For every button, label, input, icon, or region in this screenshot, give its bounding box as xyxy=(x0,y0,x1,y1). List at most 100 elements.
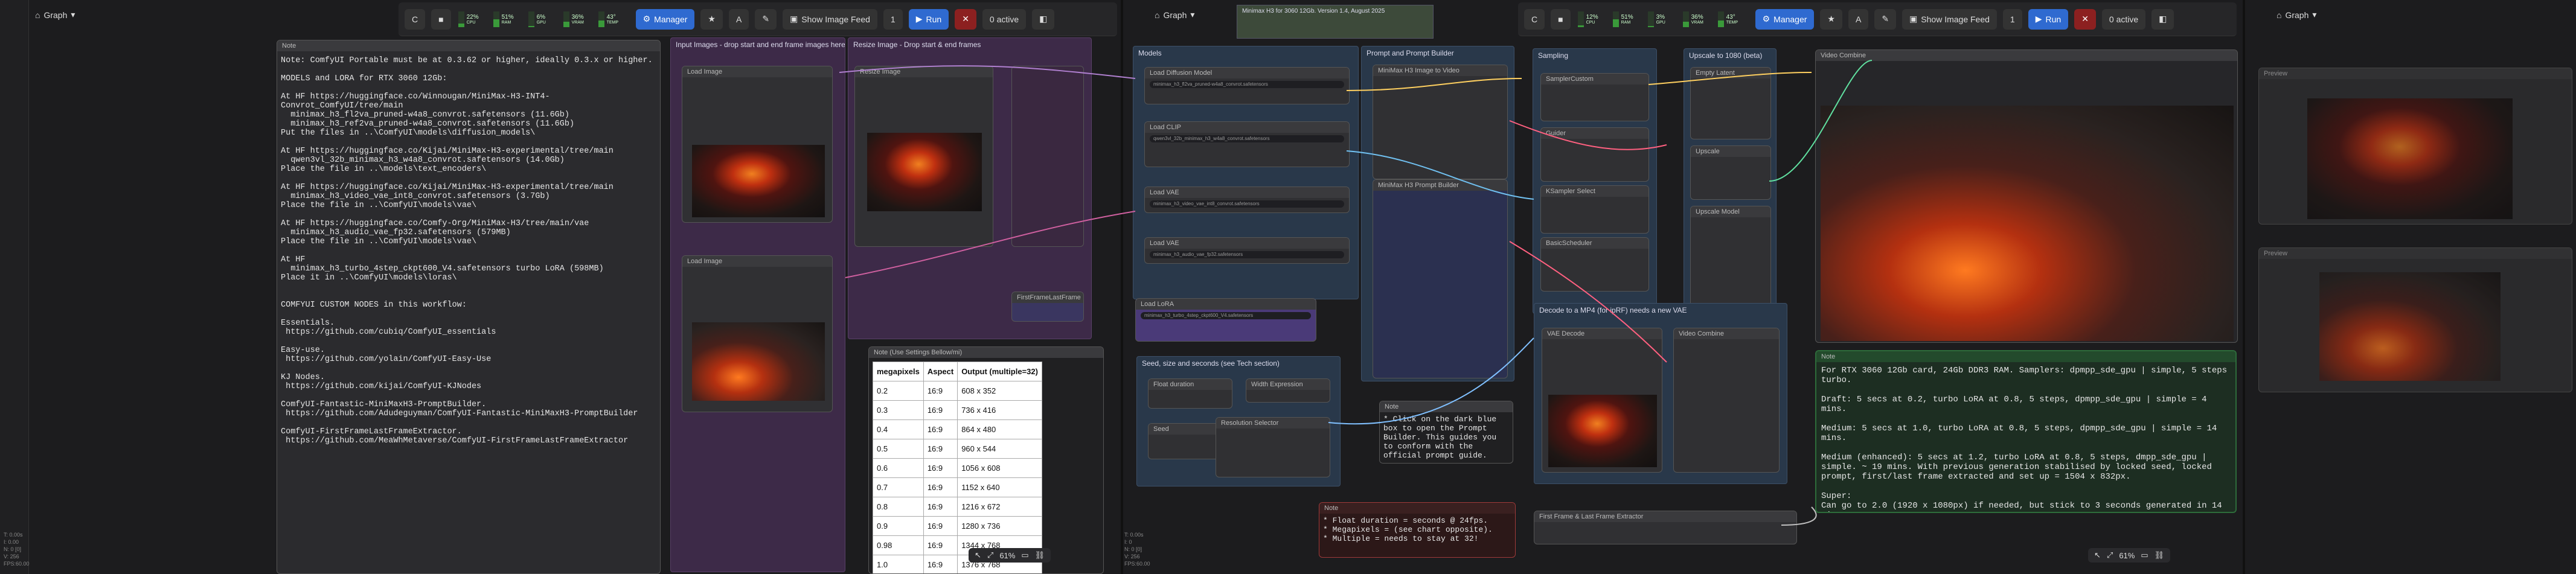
group-input-images[interactable]: Input Images - drop start and end frame … xyxy=(670,37,845,572)
show-image-feed-button[interactable]: ▣ Show Image Feed xyxy=(783,8,877,30)
toolbar-icon-3[interactable]: ✎ xyxy=(755,8,777,30)
text-encode-node[interactable]: MiniMax H3 Image to Video xyxy=(1373,65,1508,179)
toolbar-icon-2[interactable]: A xyxy=(728,8,749,30)
note-red[interactable]: Note * Float duration = seconds @ 24fps.… xyxy=(1319,502,1516,558)
monitor-label: RAM xyxy=(501,20,511,25)
stop-icon[interactable]: ■ xyxy=(1551,8,1571,30)
fit-view-icon[interactable]: ⤢ xyxy=(987,550,993,560)
resolution-node[interactable]: Width Expression xyxy=(1246,378,1330,403)
node-title: VAE Decode xyxy=(1542,328,1662,339)
group-seed-size[interactable]: Seed, size and seconds (see Tech section… xyxy=(1136,356,1341,486)
end-frame-image xyxy=(692,322,825,401)
panel-toggle-icon[interactable]: ◧ xyxy=(1032,8,1055,30)
upscale-node-3[interactable]: Upscale Model xyxy=(1690,206,1771,308)
show-image-feed-button[interactable]: ▣ Show Image Feed xyxy=(1902,8,1997,30)
run-label: Run xyxy=(926,14,942,24)
right-preview-node-2[interactable]: Preview xyxy=(2258,247,2572,392)
table-cell: 0.6 xyxy=(873,458,924,478)
toolbar-icon-2[interactable]: A xyxy=(1848,8,1869,30)
toolbar-icon-3[interactable]: ✎ xyxy=(1874,8,1897,30)
widget[interactable]: minimax_h3_audio_vae_fp32.safetensors xyxy=(1150,251,1344,258)
float-duration-node[interactable]: Float duration xyxy=(1148,378,1232,409)
run-button[interactable]: ▶ Run xyxy=(908,8,949,30)
sampler-node-2[interactable]: Guider xyxy=(1540,127,1649,182)
decode-node[interactable]: VAE Decode xyxy=(1542,328,1662,473)
load-vae[interactable]: Load VAE minimax_h3_video_vae_int8_convro… xyxy=(1144,187,1350,213)
load-image-start[interactable]: Load Image xyxy=(682,66,833,223)
upscale-node-1[interactable]: Empty Latent xyxy=(1690,67,1771,139)
resize-node-2[interactable] xyxy=(1011,66,1084,247)
group-decode[interactable]: Decode to a MP4 (for ipRF) needs a new V… xyxy=(1534,303,1787,484)
upscale-node-2[interactable]: Upscale xyxy=(1690,145,1771,200)
monitor-label: TEMP xyxy=(1726,20,1738,25)
workflow-banner: Minimax H3 for 3060 12Gb. Version 1.4, A… xyxy=(1237,5,1434,39)
vhs-combine-node[interactable]: Video Combine xyxy=(1673,328,1780,473)
first-frame-extract-node[interactable]: First Frame & Last Frame Extractor xyxy=(1534,511,1797,544)
link-visibility-icon[interactable]: ⛓ xyxy=(2155,550,2165,560)
stop-icon[interactable]: ■ xyxy=(431,8,451,30)
manager-button[interactable]: ⚙ Manager xyxy=(635,8,695,30)
video-preview-node[interactable]: Video Combine xyxy=(1815,49,2238,343)
pane-divider[interactable] xyxy=(1121,0,1123,574)
group-models[interactable]: Models Load Diffusion Model minimax_h3_fl… xyxy=(1133,46,1359,299)
tab-graph-center[interactable]: ⌂ Graph ▾ xyxy=(1155,10,1194,20)
group-prompt[interactable]: Prompt and Prompt Builder MiniMax H3 Ima… xyxy=(1361,46,1514,381)
pointer-icon[interactable]: ↖ xyxy=(2094,550,2101,560)
queue-count[interactable]: 1 xyxy=(883,8,903,30)
load-vae-audio[interactable]: Load VAE minimax_h3_audio_vae_fp32.safete… xyxy=(1144,237,1350,264)
group-sampling[interactable]: Sampling SamplerCustom Guider KSampler S… xyxy=(1533,48,1657,314)
table-cell: 16:9 xyxy=(923,458,958,478)
node-title: BasicScheduler xyxy=(1541,238,1648,249)
sampler-node-3[interactable]: KSampler Select xyxy=(1540,185,1649,234)
group-resize-image[interactable]: Resize Image - Drop start & end frames R… xyxy=(848,37,1092,339)
note-green-text: For RTX 3060 12Gb card, 24Gb DDR3 RAM. S… xyxy=(1821,366,2228,512)
zoom-level-left[interactable]: 61% xyxy=(999,551,1015,560)
table-row: 0.3 16:9 736 x 416 xyxy=(873,400,1042,420)
note-green[interactable]: Note For RTX 3060 12Gb card, 24Gb DDR3 R… xyxy=(1815,350,2237,513)
sampler-node-4[interactable]: BasicScheduler xyxy=(1540,237,1649,292)
widget[interactable]: minimax_h3_video_vae_int8_convrot.safete… xyxy=(1150,200,1344,208)
tab-graph-left[interactable]: ⌂ Graph ▾ xyxy=(35,10,75,20)
cancel-button[interactable]: ✕ xyxy=(955,8,976,30)
megapixel-node[interactable]: Resolution Selector xyxy=(1216,417,1330,477)
resize-node-1[interactable]: Resize Image xyxy=(854,66,993,247)
right-preview-node-1[interactable]: Preview xyxy=(2258,68,2572,225)
minimap-icon[interactable]: ▭ xyxy=(2141,550,2148,560)
widget[interactable]: minimax_h3_turbo_4step_ckpt600_V4.safete… xyxy=(1141,312,1311,319)
table-row: 0.4 16:9 864 x 480 xyxy=(873,419,1042,439)
sampler-node-1[interactable]: SamplerCustom xyxy=(1540,73,1649,121)
node-title: Guider xyxy=(1541,128,1648,139)
queue-count[interactable]: 1 xyxy=(2002,8,2022,30)
widget[interactable]: minimax_h3_fl2va_pruned-w4a8_convrot.saf… xyxy=(1150,81,1344,88)
note-blue-title: Note xyxy=(1380,401,1513,412)
toolbar-icon-1[interactable]: ★ xyxy=(1820,8,1842,30)
note-blue[interactable]: Note * Click on the dark blue box to ope… xyxy=(1379,401,1513,464)
node-title: Empty Latent xyxy=(1691,68,1770,78)
pointer-icon[interactable]: ↖ xyxy=(975,550,981,560)
cancel-button[interactable]: ✕ xyxy=(2074,8,2096,30)
zoom-level-right[interactable]: 61% xyxy=(2119,551,2135,560)
tab-graph-right[interactable]: ⌂ Graph ▾ xyxy=(2276,10,2316,20)
load-clip[interactable]: Load CLIP qwen3vl_32b_minimax_h3_w4a8_con… xyxy=(1144,121,1350,167)
group-upscale[interactable]: Upscale to 1080 (beta) Empty Latent Upsc… xyxy=(1684,48,1777,320)
table-header-cell: Aspect xyxy=(923,362,958,381)
left-sidebar xyxy=(0,0,29,574)
manager-button[interactable]: ⚙ Manager xyxy=(1755,8,1815,30)
fit-view-icon[interactable]: ⤢ xyxy=(2107,550,2113,560)
workflow-canvas[interactable]: { "panes": { "left": {"tab": "Graph", "b… xyxy=(0,0,2576,574)
link-visibility-icon[interactable]: ⛓ xyxy=(1035,550,1045,560)
panel-toggle-icon[interactable]: ◧ xyxy=(2151,8,2174,30)
toolbar-icon-1[interactable]: ★ xyxy=(700,8,723,30)
megapixel-note[interactable]: Note (Use Settings Bellow/mi) megapixels… xyxy=(868,346,1104,574)
minimap-icon[interactable]: ▭ xyxy=(1021,550,1028,560)
first-frame-node[interactable]: FirstFrameLastFrame xyxy=(1011,292,1084,322)
load-image-end[interactable]: Load Image xyxy=(682,255,833,412)
run-button[interactable]: ▶ Run xyxy=(2028,8,2069,30)
note-main[interactable]: Note Note: ComfyUI Portable must be at 0… xyxy=(277,40,661,574)
prompt-builder-node[interactable]: MiniMax H3 Prompt Builder xyxy=(1373,179,1508,378)
load-lora[interactable]: Load LoRA minimax_h3_turbo_4step_ckpt600… xyxy=(1135,298,1316,342)
pane-divider-right[interactable] xyxy=(2243,0,2245,574)
chevron-down-icon: ▾ xyxy=(2312,10,2317,19)
widget[interactable]: qwen3vl_32b_minimax_h3_w4a8_convrot.safe… xyxy=(1150,135,1344,142)
load-diffusion-model[interactable]: Load Diffusion Model minimax_h3_fl2va_pru… xyxy=(1144,67,1350,104)
